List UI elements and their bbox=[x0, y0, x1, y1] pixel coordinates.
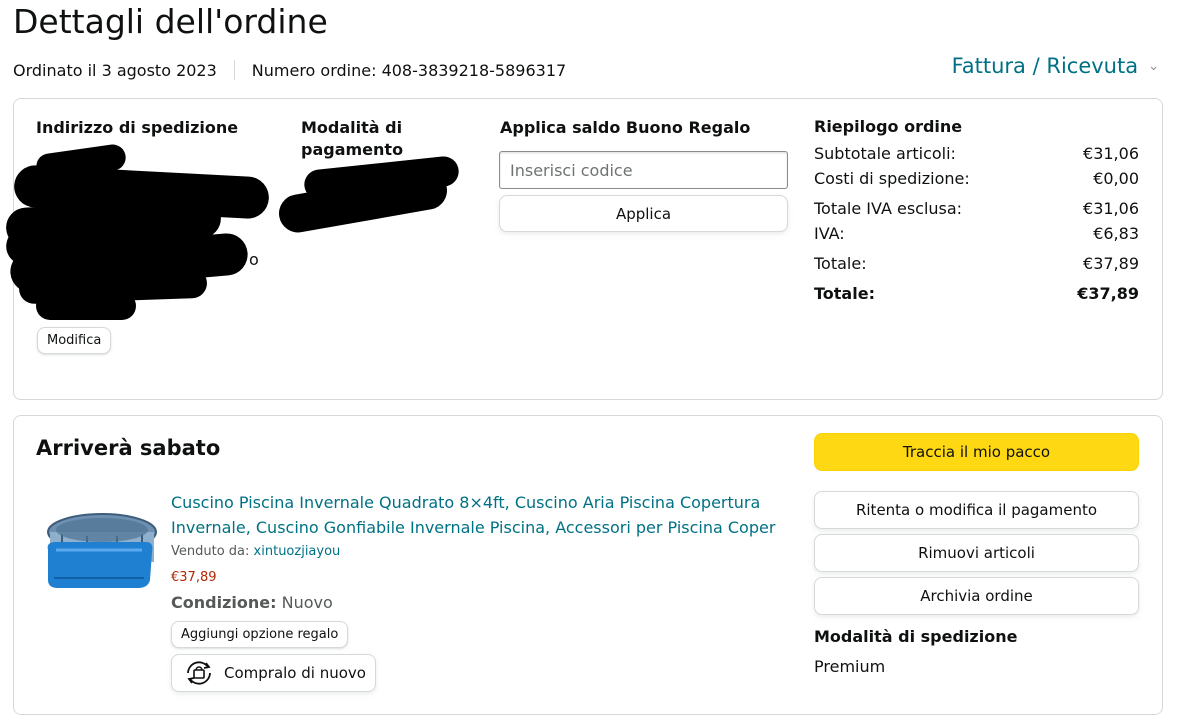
add-gift-option-button[interactable]: Aggiungi opzione regalo bbox=[171, 621, 349, 648]
summary-label: IVA: bbox=[814, 224, 845, 243]
invoice-dropdown[interactable]: Fattura / Ricevuta ⌄ bbox=[952, 54, 1159, 78]
shipping-method-value: Premium bbox=[814, 657, 886, 676]
summary-value: €37,89 bbox=[1083, 254, 1139, 273]
shipment-card: Arriverà sabato Cuscino Piscina Invernal… bbox=[13, 415, 1163, 715]
summary-label: Totale: bbox=[814, 254, 867, 273]
summary-value: €31,06 bbox=[1083, 144, 1139, 163]
shipping-address-heading: Indirizzo di spedizione bbox=[36, 118, 239, 137]
order-date: Ordinato il 3 agosto 2023 bbox=[13, 60, 217, 80]
product-image[interactable] bbox=[42, 504, 158, 590]
condition-label: Condizione: bbox=[171, 593, 277, 612]
buy-again-icon bbox=[187, 661, 211, 685]
buy-again-button[interactable]: Compralo di nuovo bbox=[171, 654, 376, 692]
buy-again-label[interactable]: Compralo di nuovo bbox=[224, 664, 366, 682]
summary-label: Totale IVA esclusa: bbox=[814, 199, 963, 218]
payment-heading: Modalità di pagamento bbox=[301, 118, 404, 159]
apply-gift-button[interactable]: Applica bbox=[499, 195, 788, 232]
summary-row: Costi di spedizione: €0,00 bbox=[814, 166, 1139, 191]
chevron-down-icon[interactable]: ⌄ bbox=[1148, 59, 1159, 74]
invoice-label[interactable]: Fattura / Ricevuta bbox=[952, 54, 1138, 78]
summary-value: €31,06 bbox=[1083, 199, 1139, 218]
sold-by-label: Venduto da: bbox=[171, 544, 250, 559]
summary-grand-total-row: Totale: €37,89 bbox=[814, 281, 1139, 306]
item-condition: Condizione: Nuovo bbox=[171, 593, 333, 612]
sold-by: Venduto da: xintuozjiayou bbox=[171, 544, 340, 559]
order-number: Numero ordine: 408-3839218-5896317 bbox=[251, 60, 567, 80]
summary-label: Totale: bbox=[814, 284, 875, 303]
summary-row: Totale: €37,89 bbox=[814, 251, 1139, 276]
product-title-link[interactable]: Cuscino Piscina Invernale Quadrato 8×4ft… bbox=[171, 490, 791, 540]
page-title: Dettagli dell'ordine bbox=[13, 2, 328, 41]
summary-label: Costi di spedizione: bbox=[814, 169, 970, 188]
remove-items-button[interactable]: Rimuovi articoli bbox=[814, 534, 1139, 572]
gift-card-heading: Applica saldo Buono Regalo bbox=[500, 118, 751, 137]
condition-value: Nuovo bbox=[281, 593, 333, 612]
archive-order-button[interactable]: Archivia ordine bbox=[814, 577, 1139, 615]
summary-row: Subtotale articoli: €31,06 bbox=[814, 141, 1139, 166]
track-package-button[interactable]: Traccia il mio pacco bbox=[814, 433, 1139, 471]
summary-value: €0,00 bbox=[1093, 169, 1139, 188]
order-info-card: Indirizzo di spedizione ppa spin o Modif… bbox=[4, 98, 1163, 400]
item-price: €37,89 bbox=[171, 570, 217, 585]
summary-label: Subtotale articoli: bbox=[814, 144, 956, 163]
edit-address-button[interactable]: Modifica bbox=[37, 327, 112, 354]
arrival-status: Arriverà sabato bbox=[36, 436, 221, 460]
redaction-mark bbox=[36, 292, 136, 320]
gift-code-input[interactable] bbox=[499, 151, 788, 189]
order-meta: Ordinato il 3 agosto 2023 Numero ordine:… bbox=[13, 60, 566, 80]
summary-value: €6,83 bbox=[1093, 224, 1139, 243]
summary-row: IVA: €6,83 bbox=[814, 221, 1139, 246]
order-summary-heading: Riepilogo ordine bbox=[814, 117, 963, 136]
seller-link[interactable]: xintuozjiayou bbox=[254, 544, 341, 559]
summary-row: Totale IVA esclusa: €31,06 bbox=[814, 196, 1139, 221]
summary-value: €37,89 bbox=[1077, 284, 1139, 303]
retry-payment-button[interactable]: Ritenta o modifica il pagamento bbox=[814, 491, 1139, 529]
meta-divider bbox=[233, 60, 235, 80]
order-summary: Riepilogo ordine Subtotale articoli: €31… bbox=[814, 117, 1139, 306]
shipping-method-heading: Modalità di spedizione bbox=[814, 627, 1018, 646]
